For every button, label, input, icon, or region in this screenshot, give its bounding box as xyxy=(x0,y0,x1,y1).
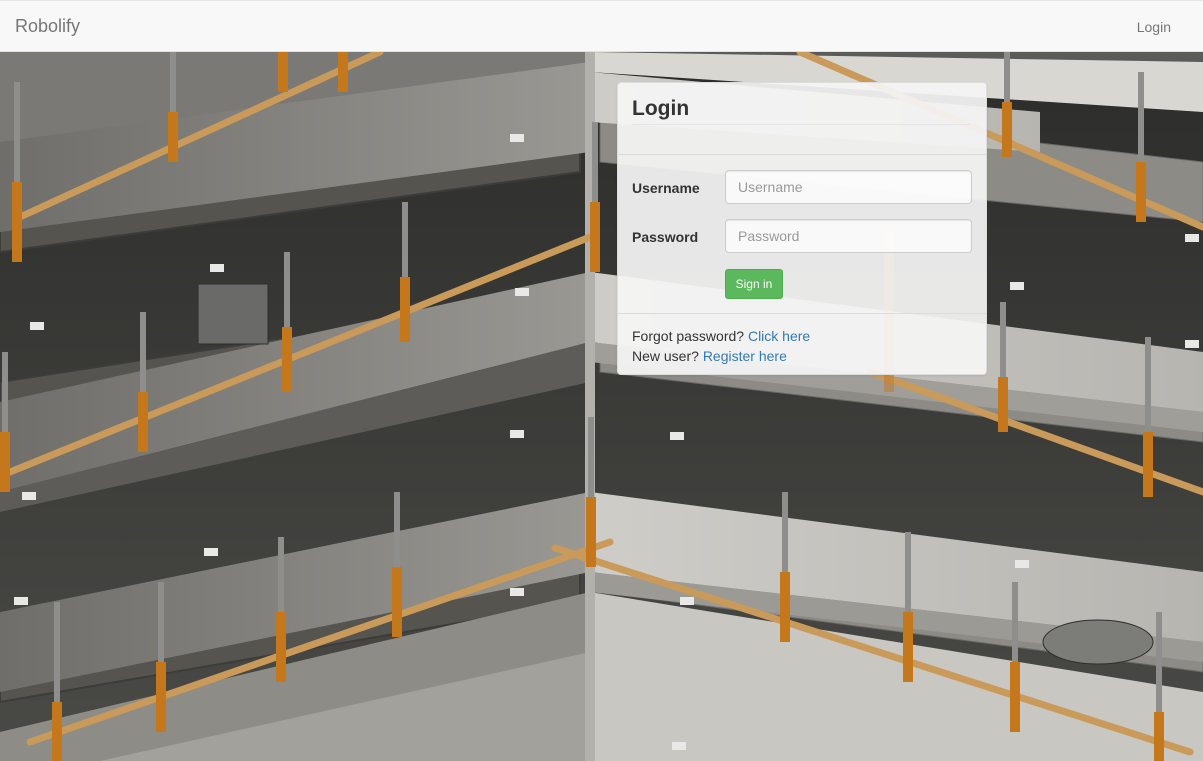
login-panel: Login Username Password Sign in Forgot p… xyxy=(617,82,987,375)
password-input[interactable] xyxy=(725,219,972,253)
title-divider xyxy=(632,124,970,125)
username-label: Username xyxy=(632,180,700,196)
new-user-line: New user? Register here xyxy=(632,346,972,366)
register-link[interactable]: Register here xyxy=(703,348,787,364)
login-title: Login xyxy=(632,97,690,120)
forgot-password-link[interactable]: Click here xyxy=(748,328,810,344)
forgot-password-text: Forgot password? xyxy=(632,328,745,344)
forgot-password-line: Forgot password? Click here xyxy=(632,326,972,346)
top-navbar: Robolify Login xyxy=(0,0,1203,52)
password-label: Password xyxy=(632,229,699,245)
login-panel-footer: Forgot password? Click here New user? Re… xyxy=(618,313,986,375)
new-user-text: New user? xyxy=(632,348,699,364)
brand-logo[interactable]: Robolify xyxy=(15,16,80,36)
sign-in-button[interactable]: Sign in xyxy=(725,269,783,299)
username-input[interactable] xyxy=(725,170,972,204)
background-image xyxy=(0,52,1203,761)
nav-login-link[interactable]: Login xyxy=(1137,18,1171,36)
login-panel-heading: Login xyxy=(618,83,986,155)
